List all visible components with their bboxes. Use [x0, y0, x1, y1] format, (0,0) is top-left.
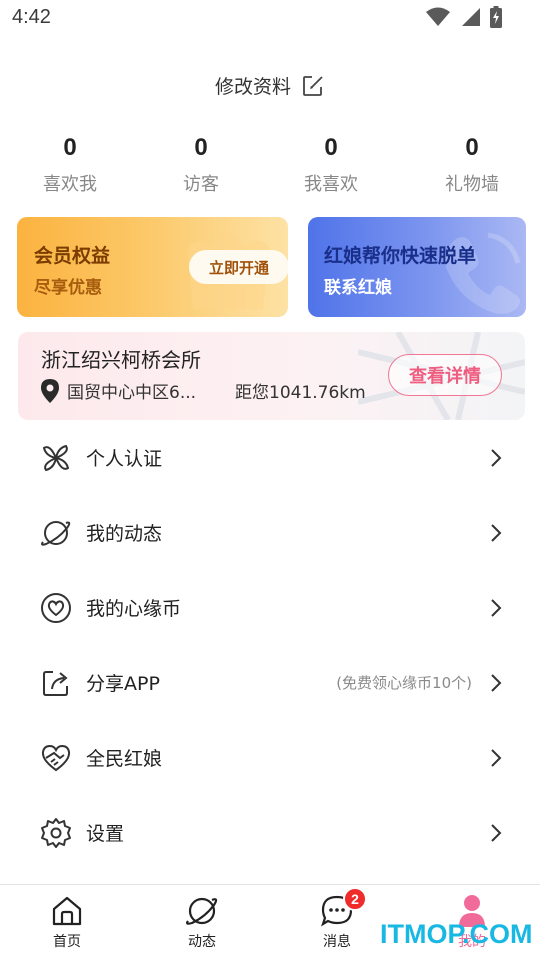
share-icon: [40, 667, 72, 699]
menu-item-settings[interactable]: 设置: [0, 795, 540, 870]
wifi-icon: [426, 7, 450, 26]
status-bar: 4:42: [0, 0, 540, 36]
stat-visitors[interactable]: 0 访客: [141, 134, 261, 196]
chat-icon: 2: [319, 887, 367, 929]
tab-label: 消息: [323, 934, 351, 950]
club-name: 浙江绍兴柯桥会所: [41, 348, 201, 372]
stat-gift-wall[interactable]: 0 礼物墙: [412, 134, 532, 196]
chevron-right-icon: [491, 673, 502, 692]
location-pin-icon: [41, 378, 59, 403]
activate-vip-button[interactable]: 立即开通: [189, 250, 288, 284]
tab-moments[interactable]: 动态: [162, 893, 242, 951]
menu-item-verification[interactable]: 个人认证: [0, 420, 540, 495]
battery-charging-icon: [490, 6, 502, 28]
status-icons: [426, 6, 502, 28]
verify-icon: [40, 442, 72, 474]
club-location-card[interactable]: 浙江绍兴柯桥会所 国贸中心中区6... 距您1041.76km 查看详情: [18, 332, 525, 420]
menu-label: 全民红娘: [86, 748, 163, 770]
menu-item-my-moments[interactable]: 我的动态: [0, 495, 540, 570]
chevron-right-icon: [491, 748, 502, 767]
matchmaker-card-title: 红娘帮你快速脱单: [324, 245, 477, 267]
menu-label: 个人认证: [86, 448, 163, 470]
menu-label: 我的动态: [86, 523, 163, 545]
tab-messages[interactable]: 2 消息: [297, 887, 377, 951]
menu-item-share-app[interactable]: 分享APP (免费领心缘币10个): [0, 645, 540, 720]
menu-item-matchmaker-program[interactable]: 全民红娘: [0, 720, 540, 795]
vip-card-subtitle: 尽享优惠: [34, 278, 102, 298]
menu-label: 我的心缘币: [86, 598, 182, 620]
stat-value: 0: [194, 134, 208, 161]
edit-profile-button[interactable]: 修改资料: [0, 72, 540, 99]
watermark: ITMOP.COM: [380, 919, 533, 949]
share-reward-hint: (免费领心缘币10个): [336, 674, 472, 692]
tab-label: 动态: [188, 934, 216, 950]
heart-coin-icon: [40, 592, 72, 624]
vip-card-title: 会员权益: [34, 245, 111, 267]
chevron-right-icon: [491, 448, 502, 467]
stat-value: 0: [63, 134, 77, 161]
vip-benefits-card[interactable]: 会员权益 尽享优惠 立即开通: [17, 217, 288, 317]
matchmaker-card[interactable]: 红娘帮你快速脱单 联系红娘: [308, 217, 526, 317]
planet-icon: [40, 517, 72, 549]
unread-badge: 2: [343, 887, 367, 911]
planet-icon: [184, 893, 220, 929]
club-address-row: 国贸中心中区6... 距您1041.76km: [41, 378, 366, 403]
edit-icon: [303, 75, 323, 96]
club-distance: 距您1041.76km: [235, 383, 366, 403]
phone-icon: [445, 232, 521, 314]
stat-label: 礼物墙: [445, 174, 499, 195]
menu-label: 设置: [86, 823, 125, 845]
tab-home[interactable]: 首页: [27, 893, 107, 951]
stat-i-liked[interactable]: 0 我喜欢: [271, 134, 391, 196]
view-details-button[interactable]: 查看详情: [388, 354, 502, 396]
stats-row: 0 喜欢我 0 访客 0 我喜欢 0 礼物墙: [0, 134, 540, 198]
home-icon: [49, 893, 85, 929]
matchmaker-card-subtitle: 联系红娘: [324, 278, 392, 298]
status-time: 4:42: [12, 6, 51, 28]
stat-label: 访客: [183, 174, 219, 195]
edit-profile-label: 修改资料: [214, 76, 291, 98]
gear-icon: [40, 817, 72, 849]
chevron-right-icon: [491, 523, 502, 542]
tab-label: 首页: [53, 934, 81, 950]
stat-liked-me[interactable]: 0 喜欢我: [10, 134, 130, 196]
stat-label: 喜欢我: [43, 174, 97, 195]
stat-label: 我喜欢: [304, 174, 358, 195]
menu-item-heart-coins[interactable]: 我的心缘币: [0, 570, 540, 645]
heart-handshake-icon: [40, 742, 72, 774]
stat-value: 0: [465, 134, 479, 161]
cellular-signal-icon: [462, 8, 480, 26]
menu-label: 分享APP: [86, 673, 160, 695]
chevron-right-icon: [491, 598, 502, 617]
stat-value: 0: [324, 134, 338, 161]
chevron-right-icon: [491, 823, 502, 842]
club-address: 国贸中心中区6...: [67, 383, 197, 403]
